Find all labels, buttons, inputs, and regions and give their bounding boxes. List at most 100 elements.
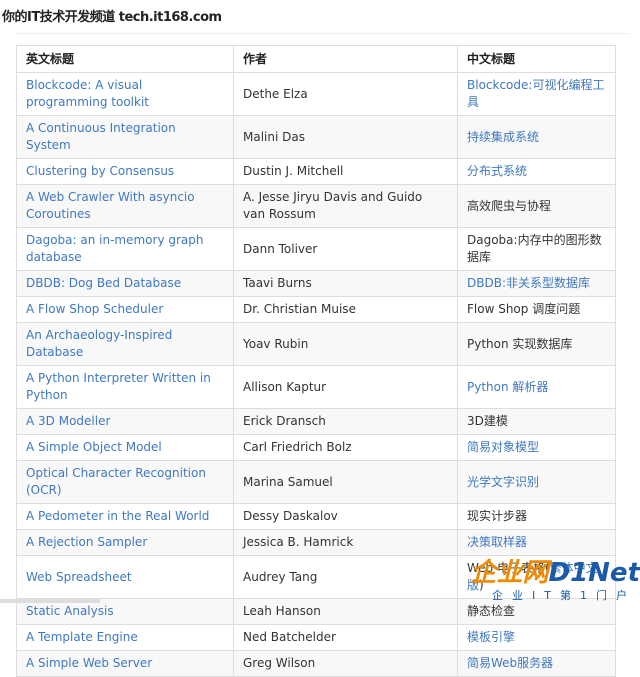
table-row: A Web Crawler With asyncio Coroutines A. …: [16, 184, 616, 228]
table-row: A Pedometer in the Real World Dessy Daska…: [16, 503, 616, 530]
chinese-title-link[interactable]: 简易Web服务器: [467, 656, 553, 670]
english-title-cell: Blockcode: A visual programming toolkit: [16, 72, 234, 116]
chinese-title-cell: Blockcode:可视化编程工具: [457, 72, 616, 116]
english-title-cell: A 3D Modeller: [16, 408, 234, 435]
chinese-title-cell: 持续集成系统: [457, 115, 616, 159]
english-title-link[interactable]: A Flow Shop Scheduler: [26, 302, 163, 316]
author-cell: Carl Friedrich Bolz: [233, 434, 458, 461]
english-title-link[interactable]: A Simple Object Model: [26, 440, 162, 454]
chinese-title-cell: Flow Shop 调度问题: [457, 296, 616, 323]
header-english-title: 英文标题: [16, 45, 234, 73]
english-title-cell: An Archaeology-Inspired Database: [16, 322, 234, 366]
english-title-cell: A Rejection Sampler: [16, 529, 234, 556]
english-title-link[interactable]: Web Spreadsheet: [26, 570, 132, 584]
chinese-title-cell: Dagoba:内存中的图形数据库: [457, 227, 616, 271]
english-title-cell: A Continuous Integration System: [16, 115, 234, 159]
english-title-link[interactable]: Clustering by Consensus: [26, 164, 174, 178]
english-title-cell: A Web Crawler With asyncio Coroutines: [16, 184, 234, 228]
chinese-title-link[interactable]: 光学文字识别: [467, 475, 539, 489]
english-title-cell: A Python Interpreter Written in Python: [16, 365, 234, 409]
chinese-title-cell: Python 解析器: [457, 365, 616, 409]
author-cell: Dann Toliver: [233, 227, 458, 271]
chinese-title-cell: 3D建模: [457, 408, 616, 435]
chinese-title-cell: Python 实现数据库: [457, 322, 616, 366]
english-title-cell: Optical Character Recognition (OCR): [16, 460, 234, 504]
english-title-cell: A Simple Object Model: [16, 434, 234, 461]
table-row: An Archaeology-Inspired Database Yoav Rub…: [16, 322, 616, 366]
chinese-title-cell: 光学文字识别: [457, 460, 616, 504]
english-title-cell: DBDB: Dog Bed Database: [16, 270, 234, 297]
chinese-title-link[interactable]: 决策取样器: [467, 535, 527, 549]
author-cell: Dustin J. Mitchell: [233, 158, 458, 185]
horizontal-scrollbar[interactable]: [0, 599, 100, 603]
english-title-link[interactable]: A Simple Web Server: [26, 656, 152, 670]
english-title-cell: Dagoba: an in-memory graph database: [16, 227, 234, 271]
author-cell: Jessica B. Hamrick: [233, 529, 458, 556]
author-cell: A. Jesse Jiryu Davis and Guido van Rossu…: [233, 184, 458, 228]
author-cell: Marina Samuel: [233, 460, 458, 504]
author-cell: Taavi Burns: [233, 270, 458, 297]
chinese-title-cell: 简易Web服务器: [457, 650, 616, 677]
chinese-title-cell: 高效爬虫与协程: [457, 184, 616, 228]
d1net-logo: 企业网D1Net: [470, 558, 640, 588]
chinese-title-text: 现实计步器: [467, 509, 528, 523]
english-title-link[interactable]: A Pedometer in the Real World: [26, 509, 209, 523]
english-title-link[interactable]: Optical Character Recognition (OCR): [26, 466, 206, 497]
english-title-cell: A Simple Web Server: [16, 650, 234, 677]
author-cell: Malini Das: [233, 115, 458, 159]
table-row: A Template Engine Ned Batchelder 模板引擎: [16, 624, 616, 651]
english-title-link[interactable]: A Web Crawler With asyncio Coroutines: [26, 190, 195, 221]
author-cell: Greg Wilson: [233, 650, 458, 677]
chinese-title-link[interactable]: DBDB:非关系型数据库: [467, 276, 590, 290]
chinese-title-cell: 现实计步器: [457, 503, 616, 530]
english-title-cell: A Template Engine: [16, 624, 234, 651]
english-title-cell: A Pedometer in the Real World: [16, 503, 234, 530]
english-title-link[interactable]: An Archaeology-Inspired Database: [26, 328, 172, 359]
english-title-cell: A Flow Shop Scheduler: [16, 296, 234, 323]
english-title-link[interactable]: Dagoba: an in-memory graph database: [26, 233, 204, 264]
table-row: A Simple Object Model Carl Friedrich Bolz…: [16, 434, 616, 461]
chinese-title-link[interactable]: Python 解析器: [467, 380, 548, 394]
chinese-title-text: 静态检查: [467, 604, 516, 618]
author-cell: Dr. Christian Muise: [233, 296, 458, 323]
chinese-title-link[interactable]: 简易对象模型: [467, 440, 539, 454]
chinese-title-link[interactable]: 分布式系统: [467, 164, 527, 178]
chinese-title-text: Dagoba:内存中的图形数据库: [467, 233, 602, 264]
english-title-cell: Web Spreadsheet: [16, 555, 234, 599]
author-cell: Yoav Rubin: [233, 322, 458, 366]
d1net-tagline: 企业IT第1门户: [492, 589, 636, 602]
english-title-link[interactable]: A Template Engine: [26, 630, 138, 644]
chinese-title-text: Flow Shop 调度问题: [467, 302, 581, 316]
author-cell: Erick Dransch: [233, 408, 458, 435]
table-row: A Flow Shop Scheduler Dr. Christian Muise…: [16, 296, 616, 323]
chinese-title-cell: 分布式系统: [457, 158, 616, 185]
table-row: Blockcode: A visual programming toolkit D…: [16, 72, 616, 116]
chinese-title-cell: 简易对象模型: [457, 434, 616, 461]
author-cell: Audrey Tang: [233, 555, 458, 599]
english-title-link[interactable]: A Python Interpreter Written in Python: [26, 371, 211, 402]
chinese-title-link[interactable]: 持续集成系统: [467, 130, 539, 144]
english-title-link[interactable]: A Continuous Integration System: [26, 121, 176, 152]
table-row: Optical Character Recognition (OCR) Marin…: [16, 460, 616, 504]
chinese-title-cell: DBDB:非关系型数据库: [457, 270, 616, 297]
author-cell: Ned Batchelder: [233, 624, 458, 651]
chinese-title-link[interactable]: 模板引擎: [467, 630, 515, 644]
chinese-title-link[interactable]: Blockcode:可视化编程工具: [467, 78, 604, 109]
table-row: A Simple Web Server Greg Wilson 简易Web服务器: [16, 650, 616, 677]
english-title-link[interactable]: A Rejection Sampler: [26, 535, 147, 549]
english-title-link[interactable]: DBDB: Dog Bed Database: [26, 276, 181, 290]
author-cell: Leah Hanson: [233, 598, 458, 625]
english-title-link[interactable]: Static Analysis: [26, 604, 114, 618]
author-cell: Dessy Daskalov: [233, 503, 458, 530]
header-author: 作者: [233, 45, 458, 73]
english-title-link[interactable]: Blockcode: A visual programming toolkit: [26, 78, 149, 109]
watermark-top: 你的IT技术开发频道 tech.it168.com: [2, 10, 222, 25]
author-cell: Allison Kaptur: [233, 365, 458, 409]
chinese-title-cell: 模板引擎: [457, 624, 616, 651]
chinese-title-text: 3D建模: [467, 414, 508, 428]
divider: [16, 33, 630, 34]
table-header-row: 英文标题 作者 中文标题: [16, 45, 616, 73]
chinese-title-text: 高效爬虫与协程: [467, 198, 552, 213]
english-title-link[interactable]: A 3D Modeller: [26, 414, 110, 428]
table-row: A Continuous Integration System Malini Da…: [16, 115, 616, 159]
